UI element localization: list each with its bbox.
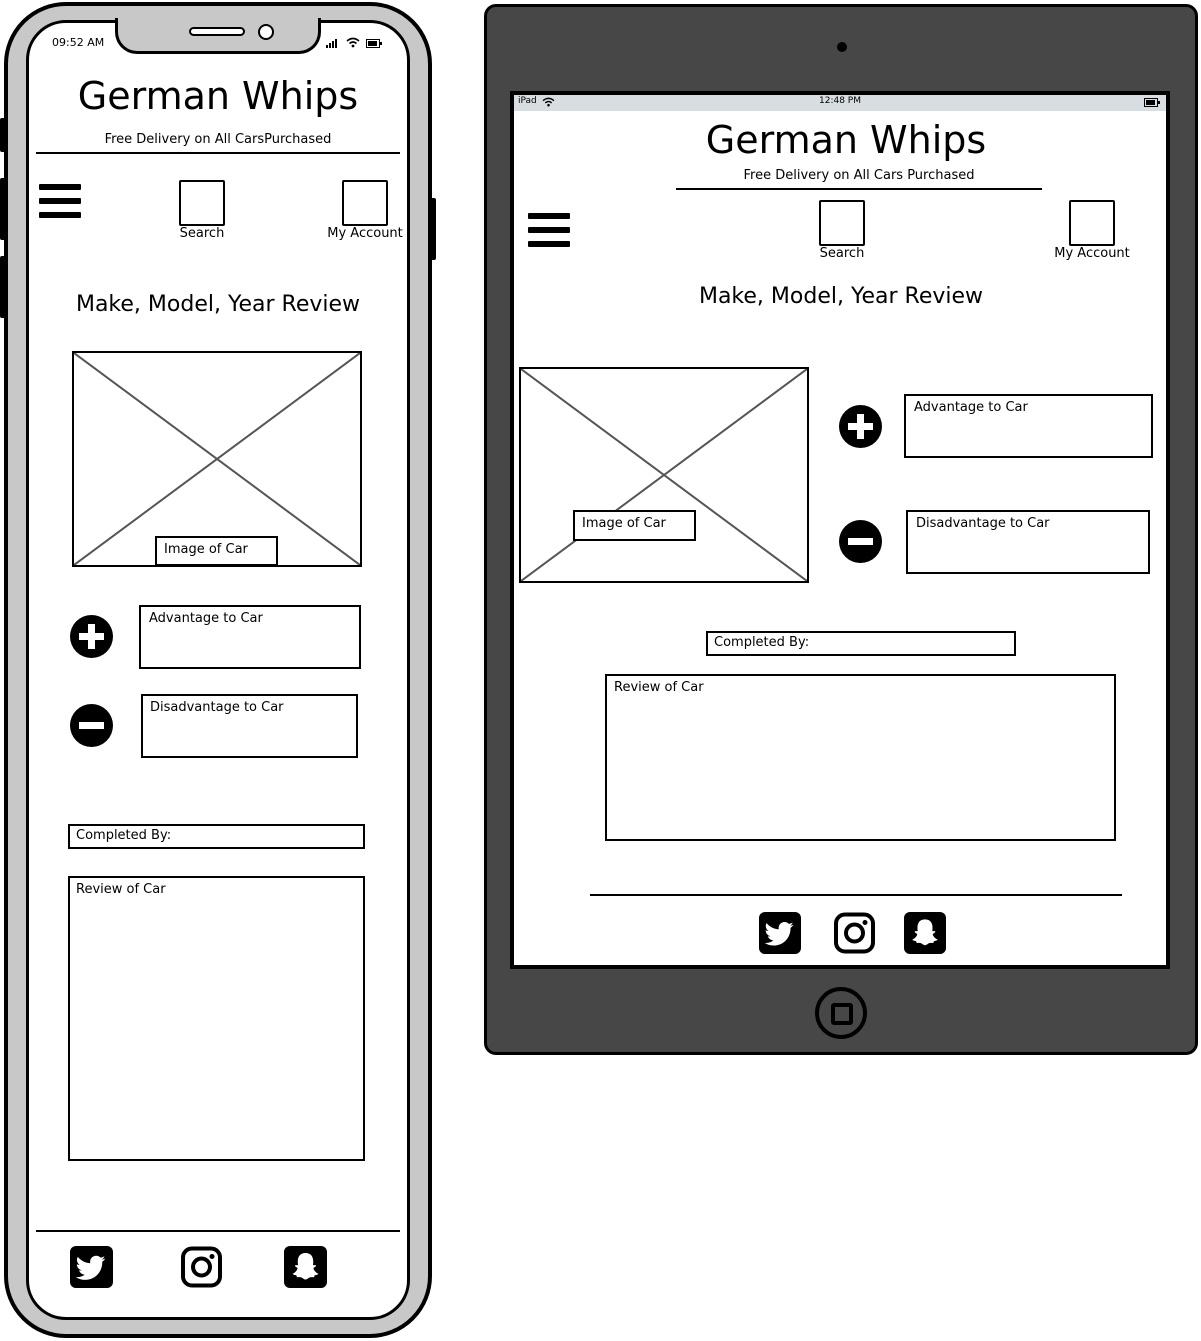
- instagram-icon[interactable]: [180, 1246, 223, 1288]
- disadvantage-field[interactable]: Disadvantage to Car: [141, 694, 358, 758]
- review-heading: Make, Model, Year Review: [698, 284, 984, 309]
- search-icon[interactable]: [179, 180, 225, 226]
- minus-icon[interactable]: [70, 704, 113, 747]
- minus-icon[interactable]: [839, 520, 882, 563]
- advantage-field[interactable]: Advantage to Car: [139, 605, 361, 669]
- completed-by-field[interactable]: Completed By:: [706, 631, 1016, 656]
- instagram-icon[interactable]: [833, 912, 876, 954]
- twitter-icon[interactable]: [759, 912, 801, 954]
- account-icon[interactable]: [342, 180, 388, 226]
- car-image-placeholder: [519, 367, 809, 583]
- battery-icon: [366, 39, 382, 48]
- footer-divider: [36, 1230, 400, 1232]
- phone-side-button: [0, 118, 6, 152]
- phone-side-button: [0, 256, 6, 318]
- completed-by-field[interactable]: Completed By:: [68, 824, 365, 849]
- site-title: German Whips: [705, 118, 987, 162]
- account-icon[interactable]: [1069, 200, 1115, 246]
- search-label[interactable]: Search: [162, 226, 242, 241]
- phone-side-button: [430, 198, 436, 260]
- tablet-status-time: 12:48 PM: [819, 96, 861, 106]
- twitter-icon[interactable]: [70, 1246, 113, 1288]
- tablet-camera: [837, 42, 847, 52]
- account-label[interactable]: My Account: [1045, 246, 1139, 261]
- battery-icon: [1144, 98, 1160, 107]
- review-heading: Make, Model, Year Review: [75, 292, 361, 317]
- status-time: 09:52 AM: [52, 36, 105, 49]
- tablet-home-button[interactable]: [815, 987, 867, 1039]
- advantage-field[interactable]: Advantage to Car: [904, 394, 1153, 458]
- search-label[interactable]: Search: [802, 246, 882, 261]
- image-caption: Image of Car: [155, 536, 278, 566]
- wifi-icon: [346, 37, 360, 48]
- snapchat-icon[interactable]: [284, 1246, 327, 1288]
- tablet-device-label: iPad: [518, 96, 537, 106]
- disadvantage-field[interactable]: Disadvantage to Car: [906, 510, 1150, 574]
- site-title: German Whips: [77, 74, 359, 118]
- site-subtitle: Free Delivery on All Cars Purchased: [743, 168, 975, 183]
- header-divider: [36, 152, 400, 154]
- car-image-placeholder: [72, 351, 362, 567]
- phone-side-button: [0, 178, 6, 240]
- signal-icon: [326, 38, 340, 48]
- review-textarea[interactable]: Review of Car: [605, 674, 1116, 841]
- plus-icon[interactable]: [839, 405, 882, 448]
- search-icon[interactable]: [819, 200, 865, 246]
- site-subtitle: Free Delivery on All CarsPurchased: [104, 132, 332, 147]
- image-caption: Image of Car: [573, 510, 696, 541]
- snapchat-icon[interactable]: [904, 912, 946, 954]
- hamburger-menu-icon[interactable]: [528, 213, 570, 249]
- wifi-icon: [542, 97, 555, 107]
- header-divider: [676, 188, 1042, 190]
- front-camera: [258, 24, 274, 40]
- account-label[interactable]: My Account: [320, 226, 410, 241]
- review-textarea[interactable]: Review of Car: [68, 876, 365, 1161]
- footer-divider: [590, 894, 1122, 896]
- hamburger-menu-icon[interactable]: [39, 184, 81, 220]
- speaker-grille: [189, 27, 245, 36]
- phone-notch: [115, 18, 321, 54]
- plus-icon[interactable]: [70, 615, 113, 658]
